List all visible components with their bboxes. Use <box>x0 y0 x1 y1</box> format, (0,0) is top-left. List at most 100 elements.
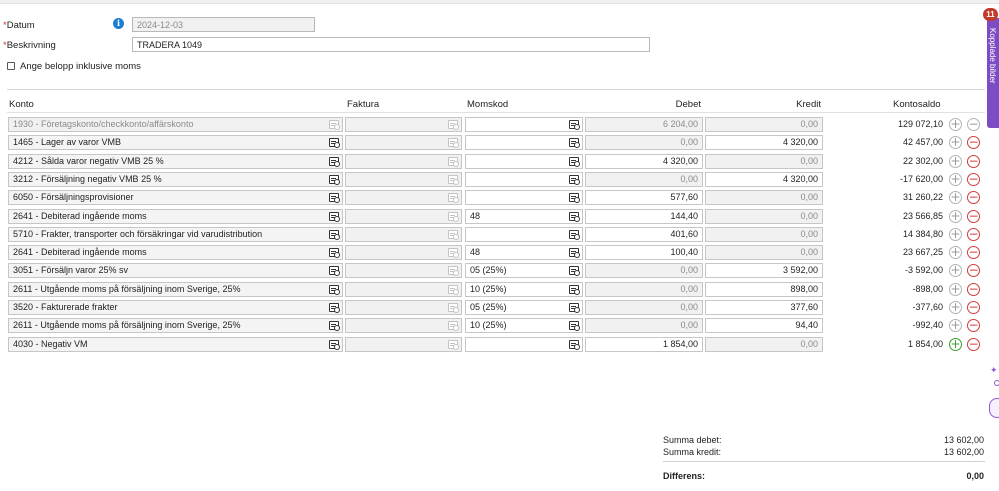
konto-field[interactable]: 2611 - Utgående moms på försäljning inom… <box>8 282 343 297</box>
lookup-icon[interactable] <box>329 138 340 148</box>
add-row-plus-icon[interactable]: + <box>949 173 962 186</box>
momskod-field[interactable] <box>465 117 583 132</box>
debet-field[interactable]: 100,40 <box>585 245 703 260</box>
lookup-icon[interactable] <box>569 303 580 313</box>
lookup-icon[interactable] <box>448 193 459 203</box>
remove-row-minus-icon[interactable]: − <box>967 264 980 277</box>
lookup-icon[interactable] <box>569 266 580 276</box>
konto-field[interactable]: 3212 - Försäljning negativ VMB 25 % <box>8 172 343 187</box>
konto-field[interactable]: 4030 - Negativ VM <box>8 337 343 352</box>
konto-field[interactable]: 2641 - Debiterad ingående moms <box>8 209 343 224</box>
momskod-field[interactable] <box>465 172 583 187</box>
lookup-icon[interactable] <box>569 230 580 240</box>
lookup-icon[interactable] <box>448 266 459 276</box>
momskod-field[interactable]: 10 (25%) <box>465 318 583 333</box>
lookup-icon[interactable] <box>448 212 459 222</box>
remove-row-minus-icon[interactable]: − <box>967 319 980 332</box>
konto-field[interactable]: 3051 - Försäljn varor 25% sv <box>8 263 343 278</box>
kredit-field[interactable]: 94,40 <box>705 318 823 333</box>
lookup-icon[interactable] <box>569 193 580 203</box>
lookup-icon[interactable] <box>329 212 340 222</box>
add-row-plus-icon[interactable]: + <box>949 264 962 277</box>
lookup-icon[interactable] <box>448 285 459 295</box>
add-row-plus-icon[interactable]: + <box>949 246 962 259</box>
konto-field[interactable]: 1465 - Lager av varor VMB <box>8 135 343 150</box>
debet-field[interactable]: 0,00 <box>585 318 703 333</box>
add-row-plus-icon[interactable]: + <box>949 155 962 168</box>
debet-field[interactable]: 0,00 <box>585 263 703 278</box>
lookup-icon[interactable] <box>569 285 580 295</box>
lookup-icon[interactable] <box>569 321 580 331</box>
lookup-icon[interactable] <box>329 175 340 185</box>
lookup-icon[interactable] <box>448 138 459 148</box>
inkl-moms-checkbox[interactable] <box>7 62 15 70</box>
kredit-field[interactable]: 377,60 <box>705 300 823 315</box>
konto-field[interactable]: 5710 - Frakter, transporter och försäkri… <box>8 227 343 242</box>
momskod-field[interactable]: 48 <box>465 245 583 260</box>
debet-field[interactable]: 0,00 <box>585 282 703 297</box>
momskod-field[interactable] <box>465 135 583 150</box>
remove-row-minus-icon[interactable]: − <box>967 136 980 149</box>
konto-field[interactable]: 6050 - Försäljningsprovisioner <box>8 190 343 205</box>
remove-row-minus-icon[interactable]: − <box>967 246 980 259</box>
momskod-field[interactable]: 10 (25%) <box>465 282 583 297</box>
debet-field[interactable]: 577,60 <box>585 190 703 205</box>
add-row-plus-icon[interactable]: + <box>949 283 962 296</box>
lookup-icon[interactable] <box>448 321 459 331</box>
konto-field[interactable]: 3520 - Fakturerade frakter <box>8 300 343 315</box>
lookup-icon[interactable] <box>329 193 340 203</box>
momskod-field[interactable] <box>465 154 583 169</box>
konto-field[interactable]: 4212 - Sålda varor negativ VMB 25 % <box>8 154 343 169</box>
debet-field[interactable]: 0,00 <box>585 300 703 315</box>
remove-row-minus-icon[interactable]: − <box>967 155 980 168</box>
sparkle-icon[interactable]: ✦ <box>990 365 998 376</box>
add-row-plus-icon[interactable]: + <box>949 118 962 131</box>
kredit-field[interactable]: 4 320,00 <box>705 135 823 150</box>
kredit-field[interactable]: 0,00 <box>705 227 823 242</box>
remove-row-minus-icon[interactable]: − <box>967 118 980 131</box>
debet-field[interactable]: 0,00 <box>585 135 703 150</box>
lookup-icon[interactable] <box>569 138 580 148</box>
lookup-icon[interactable] <box>329 285 340 295</box>
konto-field[interactable]: 2641 - Debiterad ingående moms <box>8 245 343 260</box>
remove-row-minus-icon[interactable]: − <box>967 283 980 296</box>
debet-field[interactable]: 0,00 <box>585 172 703 187</box>
lookup-icon[interactable] <box>329 157 340 167</box>
kredit-field[interactable]: 0,00 <box>705 154 823 169</box>
lookup-icon[interactable] <box>569 212 580 222</box>
add-row-plus-icon[interactable]: + <box>949 210 962 223</box>
kopplade-bilder-tab[interactable]: Kopplade bilder <box>987 18 999 128</box>
add-row-plus-icon[interactable]: + <box>949 228 962 241</box>
lookup-icon[interactable] <box>329 266 340 276</box>
konto-field[interactable]: 2611 - Utgående moms på försäljning inom… <box>8 318 343 333</box>
debet-field[interactable]: 1 854,00 <box>585 337 703 352</box>
add-row-plus-icon[interactable]: + <box>949 338 962 351</box>
assistant-button[interactable] <box>989 398 999 418</box>
lookup-icon[interactable] <box>569 120 580 130</box>
lookup-icon[interactable] <box>329 230 340 240</box>
lookup-icon[interactable] <box>329 120 340 130</box>
lookup-icon[interactable] <box>448 303 459 313</box>
lookup-icon[interactable] <box>329 303 340 313</box>
momskod-field[interactable] <box>465 337 583 352</box>
lookup-icon[interactable] <box>448 120 459 130</box>
remove-row-minus-icon[interactable]: − <box>967 191 980 204</box>
remove-row-minus-icon[interactable]: − <box>967 210 980 223</box>
kredit-field[interactable]: 3 592,00 <box>705 263 823 278</box>
lookup-icon[interactable] <box>569 340 580 350</box>
lookup-icon[interactable] <box>448 157 459 167</box>
kredit-field[interactable]: 4 320,00 <box>705 172 823 187</box>
momskod-field[interactable] <box>465 190 583 205</box>
remove-row-minus-icon[interactable]: − <box>967 338 980 351</box>
lookup-icon[interactable] <box>569 175 580 185</box>
add-row-plus-icon[interactable]: + <box>949 191 962 204</box>
kredit-field[interactable]: 0,00 <box>705 337 823 352</box>
momskod-field[interactable]: 48 <box>465 209 583 224</box>
beskrivning-field[interactable]: TRADERA 1049 <box>132 37 650 52</box>
lookup-icon[interactable] <box>448 230 459 240</box>
momskod-field[interactable] <box>465 227 583 242</box>
lookup-icon[interactable] <box>569 157 580 167</box>
kredit-field[interactable]: 0,00 <box>705 209 823 224</box>
lookup-icon[interactable] <box>448 175 459 185</box>
debet-field[interactable]: 401,60 <box>585 227 703 242</box>
